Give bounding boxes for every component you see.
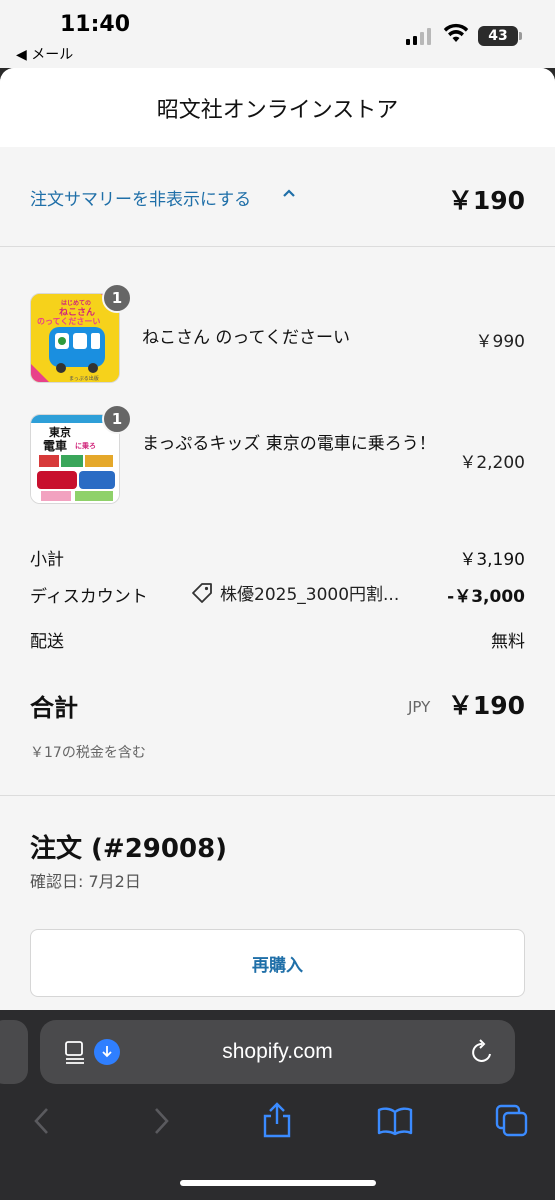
order-date: 確認日: 7月2日 <box>30 872 141 891</box>
discount-value: -￥3,000 <box>447 587 525 607</box>
section-divider <box>0 795 555 796</box>
share-icon[interactable] <box>262 1102 292 1138</box>
discount-row: ディスカウント 株優2025_3000円割... -￥3,000 <box>30 582 525 607</box>
chevron-up-icon[interactable] <box>282 183 296 202</box>
shipping-value: 無料 <box>491 632 525 652</box>
previous-tab-preview[interactable] <box>0 1020 28 1084</box>
url-text[interactable]: shopify.com <box>40 1040 515 1064</box>
product-price: ￥990 <box>475 332 525 352</box>
product-price: ￥2,200 <box>459 453 525 473</box>
address-bar[interactable]: shopify.com <box>40 1020 515 1084</box>
tax-note: ￥17の税金を含む <box>30 745 146 761</box>
thumb-densha-title-2: 電車 <box>43 439 68 453</box>
home-indicator <box>180 1180 376 1186</box>
forward-icon[interactable] <box>151 1106 171 1136</box>
shipping-label: 配送 <box>30 632 64 652</box>
quantity-badge: 1 <box>102 404 132 434</box>
back-icon[interactable] <box>32 1106 52 1136</box>
thumb-densha-suffix: に乗ろ <box>75 442 96 450</box>
subtotal-value: ￥3,190 <box>459 550 525 570</box>
checkout-sheet: 昭文社オンラインストア 注文サマリーを非表示にする ￥190 はじめての ねこさ <box>0 68 555 1010</box>
discount-code-text: 株優2025_3000円割... <box>220 585 400 605</box>
order-summary-toggle[interactable]: 注文サマリーを非表示にする ￥190 <box>0 147 555 247</box>
back-to-mail-link[interactable]: ◀ メール <box>16 44 73 64</box>
total-label: 合計 <box>30 694 78 722</box>
battery-icon: 43 <box>478 26 522 46</box>
reload-icon[interactable] <box>469 1038 495 1066</box>
product-name: ねこさん のってくださーい <box>142 328 351 348</box>
reorder-button[interactable]: 再購入 <box>30 929 525 997</box>
thumb-neko-subtitle: のってくださーい <box>37 317 101 326</box>
discount-label: ディスカウント <box>30 587 148 607</box>
order-title: 注文 (#29008) <box>30 834 228 864</box>
tabs-icon[interactable] <box>495 1104 529 1138</box>
tag-icon <box>192 582 212 603</box>
browser-toolbar: shopify.com <box>0 1010 555 1200</box>
summary-toggle-label[interactable]: 注文サマリーを非表示にする <box>30 185 251 210</box>
wifi-icon <box>443 23 469 42</box>
discount-code: 株優2025_3000円割... <box>190 580 399 605</box>
status-bar: 11:40 ◀ メール 43 <box>0 0 555 68</box>
thumb-neko-publisher: まっぷる出版 <box>69 376 99 382</box>
subtotal-row: 小計 ￥3,190 <box>30 545 525 570</box>
quantity-badge: 1 <box>102 283 132 313</box>
product-name: まっぷるキッズ 東京の電車に乗ろう！ <box>142 434 436 454</box>
currency-code: JPY <box>408 698 431 716</box>
shipping-row: 配送 無料 <box>30 627 525 652</box>
total-value: ￥190 <box>447 691 525 720</box>
bookmarks-icon[interactable] <box>377 1106 413 1136</box>
summary-total: ￥190 <box>447 186 525 215</box>
store-title: 昭文社オンラインストア <box>0 68 555 147</box>
subtotal-label: 小計 <box>30 550 64 570</box>
cellular-signal-icon <box>406 28 431 45</box>
status-time: 11:40 <box>60 12 131 37</box>
